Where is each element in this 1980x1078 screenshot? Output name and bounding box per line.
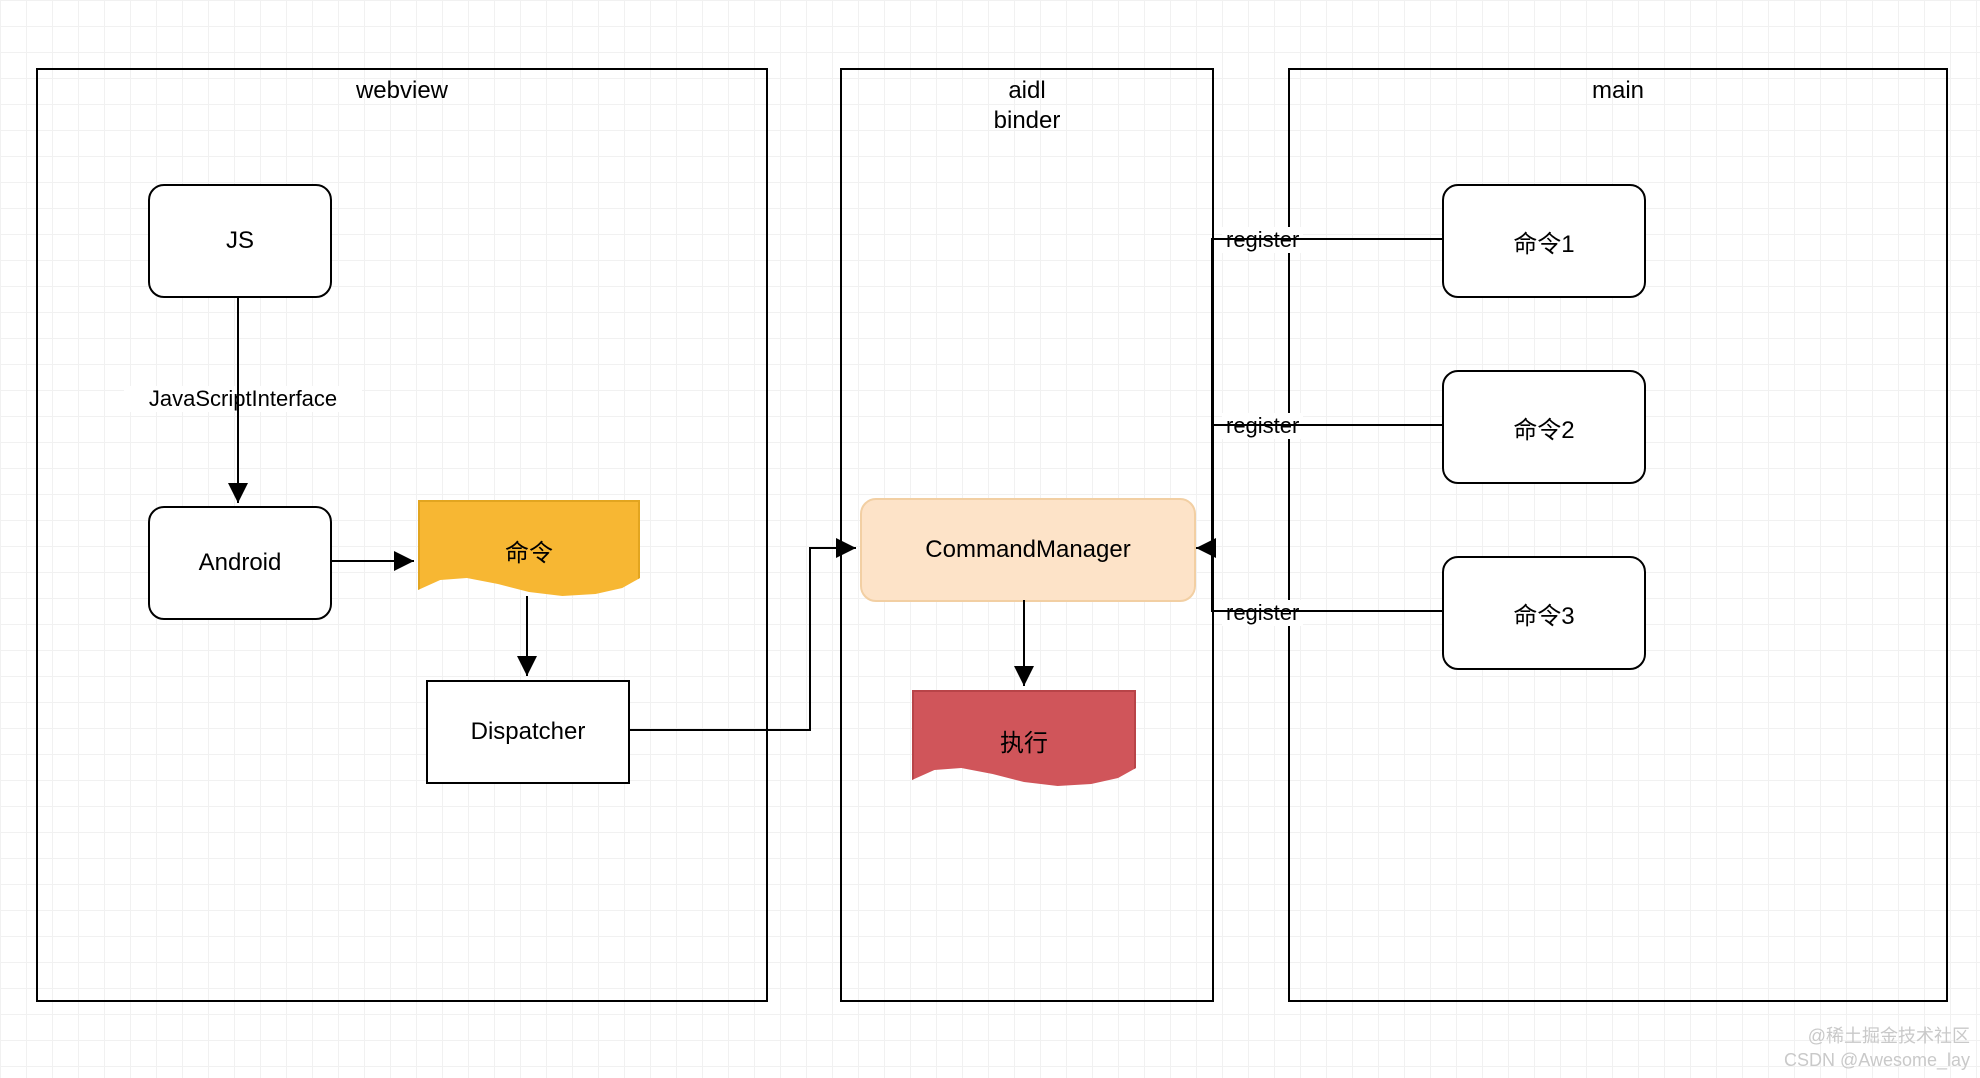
node-cmd2: 命令2 — [1442, 370, 1646, 484]
node-js-label: JS — [226, 227, 254, 255]
node-dispatcher: Dispatcher — [426, 680, 630, 784]
container-webview: webview — [36, 68, 768, 1002]
label-register-2: register — [1222, 413, 1303, 439]
label-register-3: register — [1222, 600, 1303, 626]
node-command-label: 命令 — [505, 533, 553, 568]
node-cmd2-label: 命令2 — [1513, 410, 1574, 445]
container-aidl-title: aidl binder — [842, 76, 1212, 136]
node-cmd3-label: 命令3 — [1513, 596, 1574, 631]
node-command-manager-label: CommandManager — [925, 536, 1130, 564]
diagram-stage: webview aidl binder main JS Android Disp… — [0, 0, 1980, 1078]
watermark-line2: CSDN @Awesome_lay — [1784, 1049, 1970, 1072]
node-execute-label: 执行 — [1000, 723, 1048, 758]
node-android: Android — [148, 506, 332, 620]
label-jsi: JavaScriptInterface — [124, 386, 362, 412]
node-dispatcher-label: Dispatcher — [471, 718, 586, 746]
node-android-label: Android — [199, 549, 282, 577]
node-js: JS — [148, 184, 332, 298]
node-cmd1-label: 命令1 — [1513, 224, 1574, 259]
container-webview-title: webview — [38, 76, 766, 106]
node-cmd1: 命令1 — [1442, 184, 1646, 298]
watermark-line1: @稀土掘金技术社区 — [1784, 1025, 1970, 1048]
node-cmd3: 命令3 — [1442, 556, 1646, 670]
node-command-manager: CommandManager — [860, 498, 1196, 602]
container-main-title: main — [1290, 76, 1946, 106]
watermark: @稀土掘金技术社区 CSDN @Awesome_lay — [1784, 1025, 1970, 1072]
label-register-1: register — [1222, 227, 1303, 253]
